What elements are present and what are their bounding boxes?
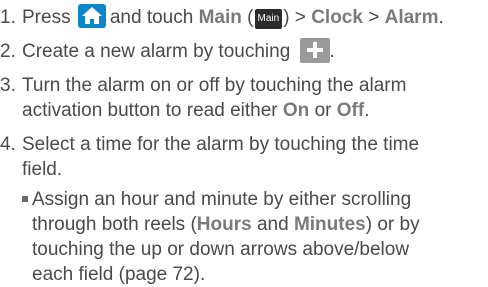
step-number: 1.: [0, 7, 16, 28]
step-text: Select a time for the alarm by touching …: [22, 134, 420, 155]
bullet-text: Assign an hour and minute by either scro…: [32, 189, 412, 210]
step-number: 2.: [0, 41, 16, 62]
step-text: Turn the alarm on or off by touching the…: [22, 75, 407, 96]
option-on: On: [282, 100, 310, 121]
sub-bullet: Assign an hour and minute by either scro…: [22, 187, 411, 212]
step-3-continuation: activation button to read either On or O…: [22, 98, 369, 123]
bullet-icon: [22, 196, 28, 202]
sub-bullet-line-2: through both reels (Hours and Minutes) o…: [32, 212, 420, 237]
paren: ): [283, 7, 290, 28]
main-apps-icon: Main: [254, 9, 283, 29]
plus-icon: [299, 38, 330, 63]
option-off: Off: [336, 100, 365, 121]
sub-bullet-line-4: each field (page 72).: [32, 262, 205, 287]
separator: >: [294, 7, 306, 28]
step-4-continuation: field.: [22, 157, 62, 182]
step-4: 4. Select a time for the alarm by touchin…: [0, 132, 419, 157]
period: .: [329, 41, 335, 62]
paren: (: [247, 7, 254, 28]
bullet-text: and: [256, 214, 289, 235]
bullet-text: ) or by: [365, 214, 420, 235]
step-text: activation button to read either: [22, 100, 278, 121]
bullet-text: through both reels (: [32, 214, 197, 235]
reel-hours: Hours: [196, 214, 252, 235]
home-icon: [77, 4, 106, 28]
step-text: Create a new alarm by touching: [22, 41, 291, 62]
menu-main: Main: [198, 7, 242, 28]
step-1: 1. Press and touch Main (Main) > Clock > …: [0, 4, 444, 30]
step-text: and touch: [109, 7, 194, 28]
step-2: 2. Create a new alarm by touching .: [0, 38, 335, 64]
step-text: field.: [22, 159, 63, 180]
separator: >: [368, 7, 380, 28]
menu-alarm: Alarm: [384, 7, 439, 28]
bullet-text: each field (page 72).: [32, 264, 206, 285]
sub-bullet-line-3: touching the up or down arrows above/bel…: [32, 237, 409, 262]
instruction-document: 1. Press and touch Main (Main) > Clock > …: [0, 0, 488, 287]
step-number: 4.: [0, 134, 16, 155]
step-text: Press: [22, 7, 71, 28]
period: .: [364, 100, 370, 121]
step-text: or: [314, 100, 332, 121]
step-number: 3.: [0, 75, 16, 96]
menu-clock: Clock: [311, 7, 363, 28]
period: .: [438, 7, 444, 28]
step-3: 3. Turn the alarm on or off by touching t…: [0, 73, 406, 98]
bullet-text: touching the up or down arrows above/bel…: [32, 239, 410, 260]
reel-minutes: Minutes: [293, 214, 366, 235]
